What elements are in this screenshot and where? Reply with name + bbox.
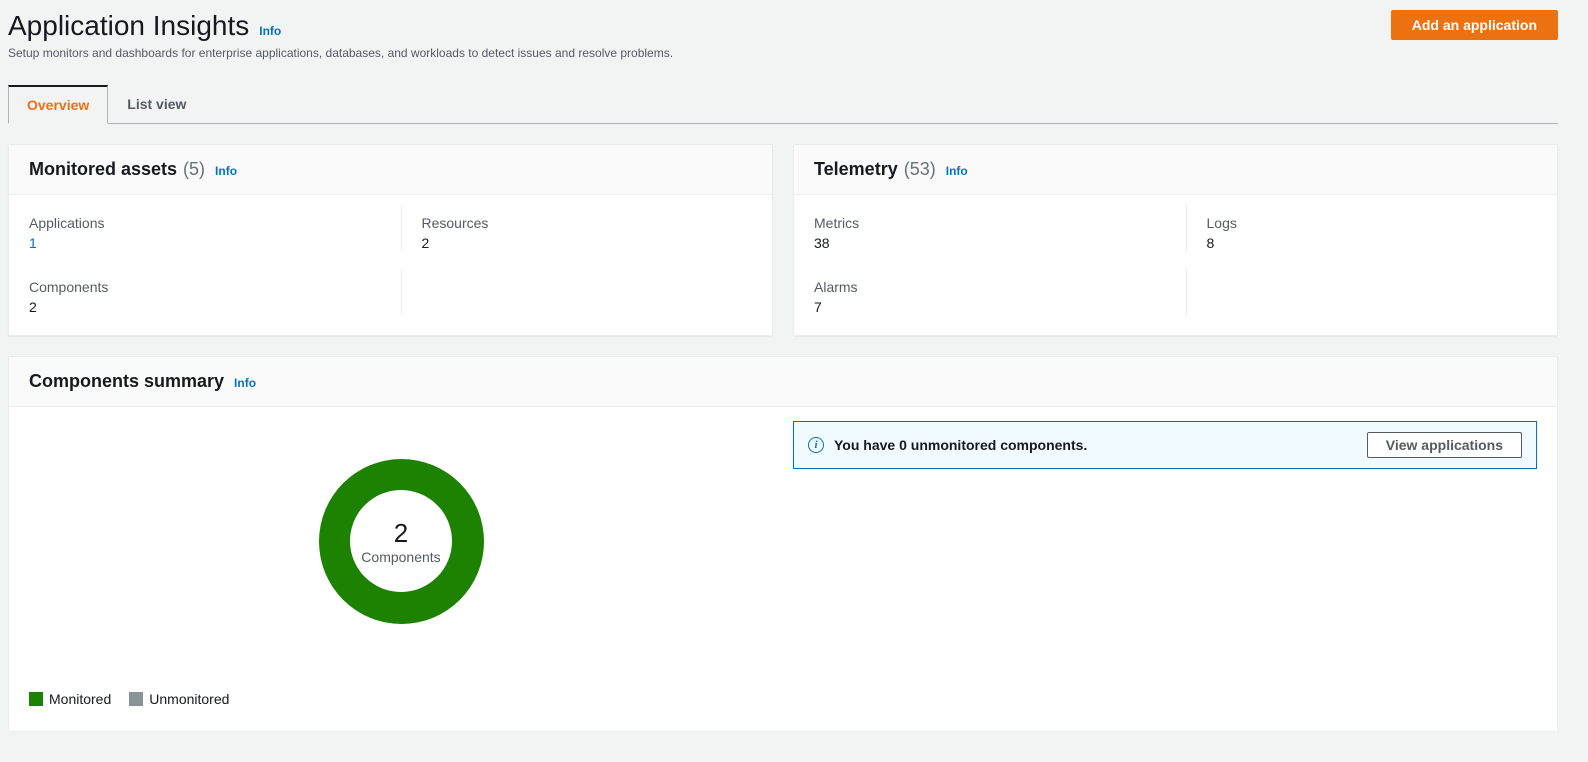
page-title: Application Insights bbox=[8, 10, 249, 42]
components-summary-info-link[interactable]: Info bbox=[234, 376, 256, 390]
swatch-green-icon bbox=[29, 692, 43, 706]
alarms-label: Alarms bbox=[814, 279, 1166, 295]
monitored-assets-count: (5) bbox=[183, 159, 205, 180]
tab-list-view[interactable]: List view bbox=[108, 85, 205, 124]
logs-value: 8 bbox=[1207, 235, 1538, 251]
add-application-button[interactable]: Add an application bbox=[1391, 10, 1558, 40]
legend-unmonitored-label: Unmonitored bbox=[149, 691, 229, 707]
components-summary-title: Components summary bbox=[29, 371, 224, 392]
info-icon: i bbox=[808, 437, 824, 453]
page-subtitle: Setup monitors and dashboards for enterp… bbox=[8, 46, 673, 60]
metrics-value: 38 bbox=[814, 235, 1166, 251]
components-donut-chart: 2 Components bbox=[319, 459, 484, 624]
tab-overview[interactable]: Overview bbox=[8, 85, 108, 124]
resources-value: 2 bbox=[422, 235, 753, 251]
page-info-link[interactable]: Info bbox=[259, 24, 281, 38]
components-label: Components bbox=[29, 279, 381, 295]
telemetry-info-link[interactable]: Info bbox=[946, 164, 968, 178]
components-summary-panel: Components summary Info 2 Components M bbox=[8, 356, 1558, 732]
applications-value-link[interactable]: 1 bbox=[29, 235, 381, 251]
monitored-assets-info-link[interactable]: Info bbox=[215, 164, 237, 178]
swatch-grey-icon bbox=[129, 692, 143, 706]
unmonitored-notice: i You have 0 unmonitored components. Vie… bbox=[793, 421, 1537, 469]
legend-monitored-label: Monitored bbox=[49, 691, 111, 707]
alarms-value: 7 bbox=[814, 299, 1166, 315]
telemetry-title: Telemetry bbox=[814, 159, 898, 180]
telemetry-count: (53) bbox=[904, 159, 936, 180]
tabs: Overview List view bbox=[8, 84, 1558, 124]
donut-center-label: Components bbox=[361, 549, 440, 565]
resources-label: Resources bbox=[422, 215, 753, 231]
applications-label: Applications bbox=[29, 215, 381, 231]
metrics-label: Metrics bbox=[814, 215, 1166, 231]
components-value: 2 bbox=[29, 299, 381, 315]
telemetry-panel: Telemetry (53) Info Metrics 38 Logs 8 Al… bbox=[793, 144, 1558, 336]
chart-legend: Monitored Unmonitored bbox=[29, 691, 773, 707]
logs-label: Logs bbox=[1207, 215, 1538, 231]
view-applications-button[interactable]: View applications bbox=[1367, 432, 1522, 458]
legend-monitored: Monitored bbox=[29, 691, 111, 707]
legend-unmonitored: Unmonitored bbox=[129, 691, 229, 707]
monitored-assets-panel: Monitored assets (5) Info Applications 1… bbox=[8, 144, 773, 336]
donut-center-value: 2 bbox=[394, 518, 408, 549]
monitored-assets-title: Monitored assets bbox=[29, 159, 177, 180]
notice-text: You have 0 unmonitored components. bbox=[834, 437, 1087, 453]
